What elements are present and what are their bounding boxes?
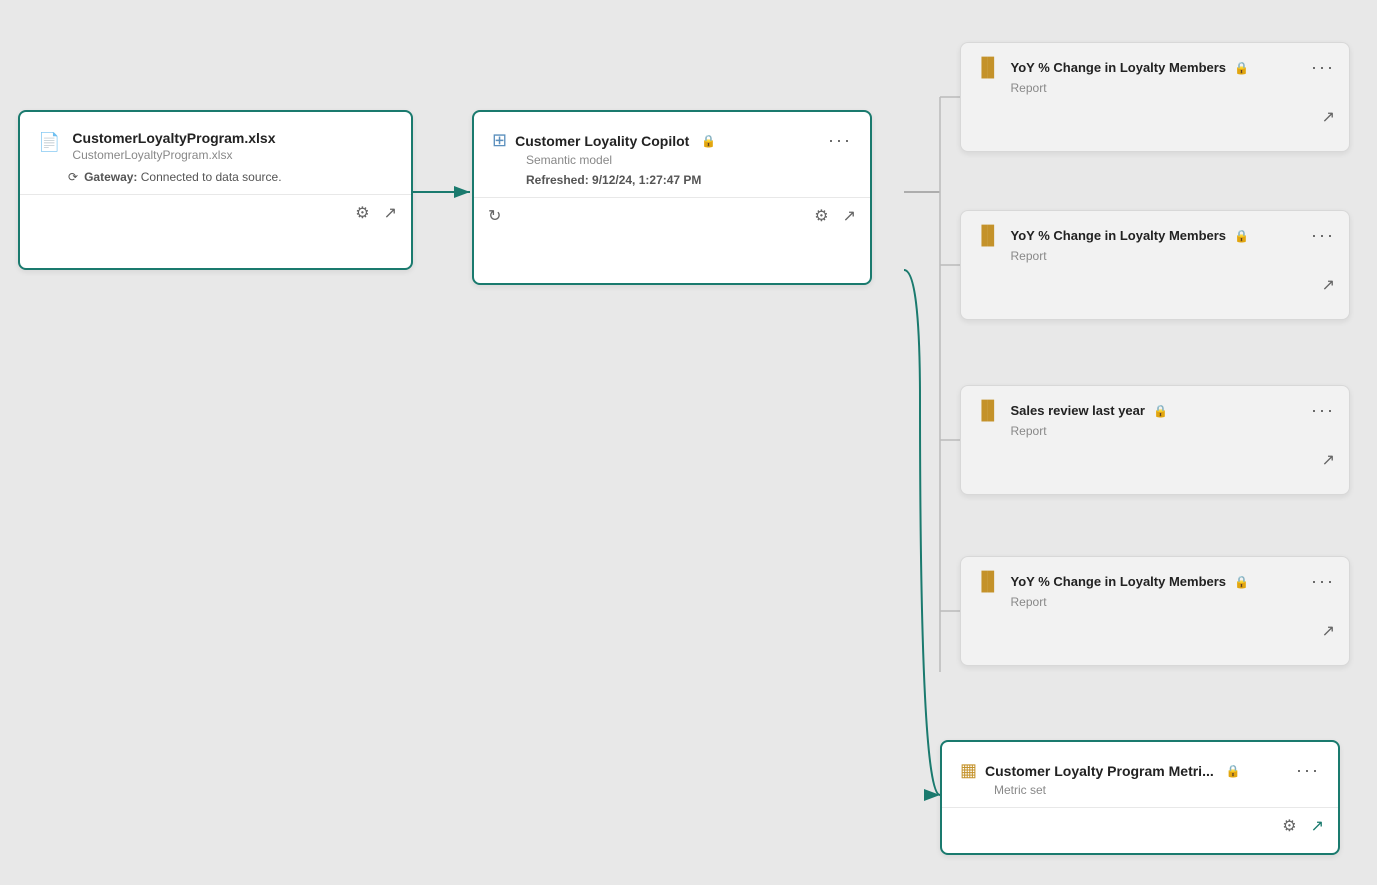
report-3-lock-icon: 🔒: [1153, 404, 1168, 418]
report-4-menu-button[interactable]: ···: [1311, 571, 1335, 592]
report-1-lock-icon: 🔒: [1234, 61, 1249, 75]
gateway-value: Connected to data source.: [141, 170, 282, 184]
report-1-link-icon[interactable]: ↗: [1322, 107, 1335, 127]
copilot-icon[interactable]: ⚙: [355, 203, 369, 223]
report-3-menu-button[interactable]: ···: [1311, 400, 1335, 421]
report-2-menu-button[interactable]: ···: [1311, 225, 1335, 246]
report-card-3: ▐▌ Sales review last year 🔒 ··· Report ↗: [960, 385, 1350, 495]
report-2-bar-icon: ▐▌: [975, 225, 1001, 246]
metric-copilot-icon[interactable]: ⚙: [1282, 816, 1296, 836]
report-1-type: Report: [1011, 81, 1335, 95]
model-refreshed: Refreshed: 9/12/24, 1:27:47 PM: [526, 173, 852, 187]
report-2-title: YoY % Change in Loyalty Members: [1011, 228, 1227, 243]
model-link-icon[interactable]: ↗: [843, 206, 856, 226]
file-icon: 📄: [38, 132, 60, 153]
report-3-link-icon[interactable]: ↗: [1322, 450, 1335, 470]
metric-menu-button[interactable]: ···: [1296, 760, 1320, 781]
report-card-1: ▐▌ YoY % Change in Loyalty Members 🔒 ···…: [960, 42, 1350, 152]
model-title: Customer Loyality Copilot: [515, 133, 689, 149]
metric-icon: ▦: [960, 760, 977, 781]
report-1-title: YoY % Change in Loyalty Members: [1011, 60, 1227, 75]
report-2-type: Report: [1011, 249, 1335, 263]
model-lock-icon: 🔒: [701, 134, 716, 148]
model-menu-button[interactable]: ···: [828, 130, 852, 151]
model-copilot-icon[interactable]: ⚙: [814, 206, 828, 226]
report-3-type: Report: [1011, 424, 1335, 438]
report-4-type: Report: [1011, 595, 1335, 609]
report-card-4: ▐▌ YoY % Change in Loyalty Members 🔒 ···…: [960, 556, 1350, 666]
report-4-bar-icon: ▐▌: [975, 571, 1001, 592]
report-1-menu-button[interactable]: ···: [1311, 57, 1335, 78]
report-1-bar-icon: ▐▌: [975, 57, 1001, 78]
source-card: 📄 CustomerLoyaltyProgram.xlsx CustomerLo…: [18, 110, 413, 270]
source-subtitle: CustomerLoyaltyProgram.xlsx: [72, 148, 275, 162]
gateway-label: Gateway:: [84, 170, 137, 184]
metric-lock-icon: 🔒: [1226, 764, 1241, 778]
model-refresh-icon[interactable]: ↻: [488, 206, 501, 226]
metric-title: Customer Loyalty Program Metri...: [985, 763, 1214, 779]
report-4-link-icon[interactable]: ↗: [1322, 621, 1335, 641]
report-4-title: YoY % Change in Loyalty Members: [1011, 574, 1227, 589]
model-card: ⊞ Customer Loyality Copilot 🔒 ··· Semant…: [472, 110, 872, 285]
report-2-link-icon[interactable]: ↗: [1322, 275, 1335, 295]
report-card-2: ▐▌ YoY % Change in Loyalty Members 🔒 ···…: [960, 210, 1350, 320]
report-3-bar-icon: ▐▌: [975, 400, 1001, 421]
source-title: CustomerLoyaltyProgram.xlsx: [72, 130, 275, 146]
report-4-lock-icon: 🔒: [1234, 575, 1249, 589]
gateway-icon: ⟳: [68, 170, 78, 184]
metric-link-icon[interactable]: ↗: [1311, 816, 1324, 836]
model-subtitle: Semantic model: [526, 153, 852, 167]
model-grid-icon: ⊞: [492, 130, 507, 151]
source-gateway: ⟳ Gateway: Connected to data source.: [68, 170, 393, 184]
report-2-lock-icon: 🔒: [1234, 229, 1249, 243]
metric-card: ▦ Customer Loyalty Program Metri... 🔒 ··…: [940, 740, 1340, 855]
metric-subtitle: Metric set: [994, 783, 1320, 797]
link-icon[interactable]: ↗: [384, 203, 397, 223]
report-3-title: Sales review last year: [1011, 403, 1145, 418]
